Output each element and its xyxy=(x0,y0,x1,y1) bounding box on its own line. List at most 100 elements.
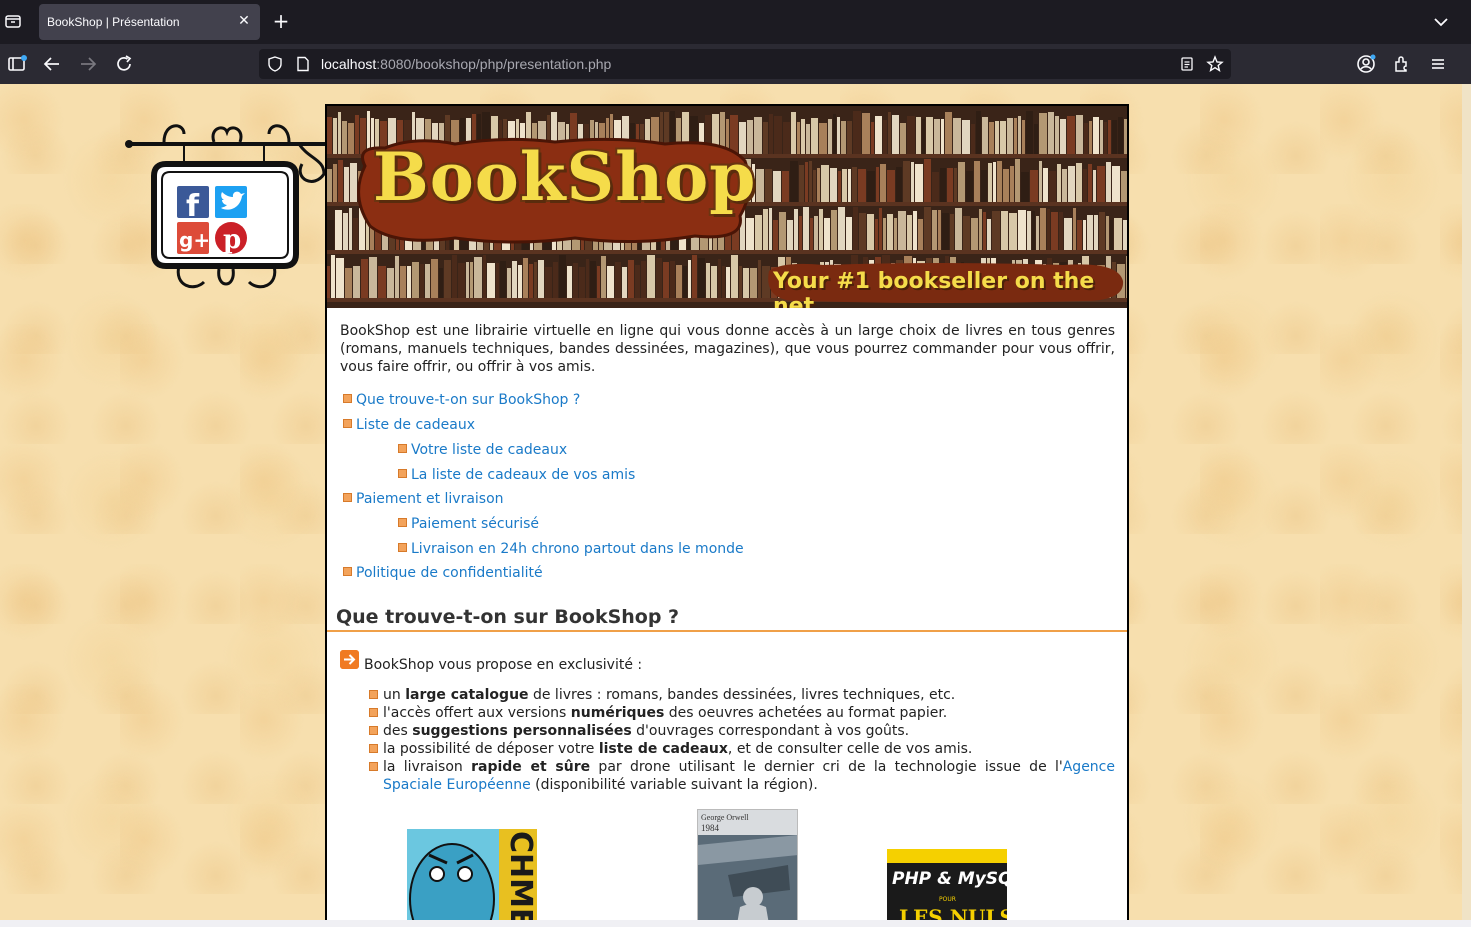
bullet-icon xyxy=(369,726,378,735)
toc-item[interactable]: Paiement et livraison xyxy=(343,490,504,508)
toc-item[interactable]: Livraison en 24h chrono partout dans le … xyxy=(398,540,744,558)
extensions-icon[interactable] xyxy=(1392,54,1412,74)
bullet-icon xyxy=(369,708,378,717)
book-cover-watchmen[interactable]: CHMEN xyxy=(407,829,537,927)
feature-highlight: rapide et sûre xyxy=(471,759,591,775)
toc-link[interactable]: Livraison en 24h chrono partout dans le … xyxy=(411,541,744,557)
shop-sign-social: f g+ p xyxy=(125,124,327,289)
bullet-icon xyxy=(369,744,378,753)
bullet-icon xyxy=(343,567,352,576)
intro-paragraph: BookShop est une librairie virtuelle en … xyxy=(340,323,1115,375)
toc-item[interactable]: Politique de confidentialité xyxy=(343,564,543,582)
list-item: un large catalogue de livres : romans, b… xyxy=(369,686,1115,704)
url-text: localhost:8080/bookshop/php/presentation… xyxy=(321,56,611,72)
book-title: PHP & MySQL xyxy=(892,869,1007,889)
toc-item[interactable]: La liste de cadeaux de vos amis xyxy=(398,466,635,484)
toc-link[interactable]: Paiement sécurisé xyxy=(411,516,539,532)
bullet-icon xyxy=(398,518,407,527)
reload-icon[interactable] xyxy=(114,54,134,74)
1984-cover-art xyxy=(698,835,797,927)
feature-text: par drone utilisant le dernier cri de la… xyxy=(590,759,1063,775)
toc-item[interactable]: Paiement sécurisé xyxy=(398,515,539,533)
php-cover-band xyxy=(887,849,1007,863)
back-arrow-icon[interactable] xyxy=(42,54,62,74)
feature-list: un large catalogue de livres : romans, b… xyxy=(369,686,1115,794)
list-item: la livraison rapide et sûre par drone ut… xyxy=(369,758,1115,794)
browser-tab-active[interactable]: BookShop | Présentation ✕ xyxy=(39,4,260,40)
feature-highlight: numériques xyxy=(570,705,665,721)
reader-view-icon[interactable] xyxy=(1179,56,1195,72)
account-icon[interactable] xyxy=(1356,54,1376,74)
feature-text: l'accès offert aux versions xyxy=(383,705,571,721)
bullet-icon xyxy=(343,419,352,428)
bookmark-star-icon[interactable] xyxy=(1206,55,1224,73)
book-author: George Orwell xyxy=(701,813,749,822)
feature-highlight: large catalogue xyxy=(405,687,529,703)
page-content: BookShop est une librairie virtuelle en … xyxy=(340,322,1115,581)
feature-text: la livraison xyxy=(383,759,472,775)
bottom-strip xyxy=(0,920,1471,927)
twitter-icon[interactable] xyxy=(215,186,247,218)
bullet-icon xyxy=(343,394,352,403)
bullet-icon xyxy=(369,690,378,699)
svg-text:f: f xyxy=(186,189,200,224)
feature-text: des oeuvres achetées au format papier. xyxy=(664,705,948,721)
page-icon[interactable] xyxy=(295,56,311,72)
feature-text: d'ouvrages correspondant à vos goûts. xyxy=(631,723,910,739)
section-title: Que trouve-t-on sur BookShop ? xyxy=(336,606,680,628)
list-item: des suggestions personnalisées d'ouvrage… xyxy=(369,722,1115,740)
bullet-icon xyxy=(369,762,378,771)
bookshop-banner: BookShop Your #1 bookseller on the net xyxy=(327,106,1127,308)
watchmen-title: CHMEN xyxy=(503,831,537,927)
book-title: 1984 xyxy=(701,823,719,833)
arrow-right-icon xyxy=(340,650,359,669)
bookshop-logo[interactable]: BookShop xyxy=(373,138,756,216)
main-container: BookShop Your #1 bookseller on the net B… xyxy=(325,104,1129,927)
svg-text:p: p xyxy=(223,225,241,255)
feature-text: un xyxy=(383,687,406,703)
feature-text: la possibilité de déposer votre xyxy=(383,741,599,757)
section-divider xyxy=(327,630,1127,632)
toc-item[interactable]: Votre liste de cadeaux xyxy=(398,441,567,459)
google-plus-icon[interactable]: g+ xyxy=(177,222,210,254)
banner-tagline: Your #1 bookseller on the net xyxy=(773,269,1095,308)
toc-link[interactable]: Liste de cadeaux xyxy=(356,417,475,433)
list-item: la possibilité de déposer votre liste de… xyxy=(369,740,1115,758)
shield-icon[interactable] xyxy=(267,56,283,72)
feature-highlight: suggestions personnalisées xyxy=(412,723,632,739)
chevron-down-icon[interactable] xyxy=(1432,13,1450,31)
bullet-icon xyxy=(398,444,407,453)
toc-link[interactable]: Paiement et livraison xyxy=(356,491,504,507)
sidebar-icon[interactable] xyxy=(7,54,27,74)
toc-link[interactable]: Votre liste de cadeaux xyxy=(411,442,567,458)
url-path: :8080/bookshop/php/presentation.php xyxy=(376,56,612,72)
svg-text:g+: g+ xyxy=(179,228,210,252)
toc-item[interactable]: Que trouve-t-on sur BookShop ? xyxy=(343,391,580,409)
feature-text: des xyxy=(383,723,413,739)
bullet-icon xyxy=(398,543,407,552)
feature-highlight: liste de cadeaux xyxy=(598,741,728,757)
book-cover-1984[interactable]: George Orwell 1984 xyxy=(697,809,798,927)
feature-text: (disponibilité variable suivant la régio… xyxy=(530,777,818,793)
feature-text: de livres : romans, bandes dessinées, li… xyxy=(528,687,956,703)
tab-title: BookShop | Présentation xyxy=(47,15,180,29)
list-item: l'accès offert aux versions numériques d… xyxy=(369,704,1115,722)
menu-hamburger-icon[interactable] xyxy=(1428,54,1448,74)
toc-link[interactable]: Que trouve-t-on sur BookShop ? xyxy=(356,392,580,408)
new-tab-icon[interactable]: + xyxy=(272,11,290,31)
browser-nav-bar: localhost:8080/bookshop/php/presentation… xyxy=(0,44,1471,84)
url-host: localhost xyxy=(321,56,377,72)
forward-arrow-icon[interactable] xyxy=(78,54,98,74)
tab-list-icon[interactable] xyxy=(4,12,22,30)
book-subtitle: POUR xyxy=(939,896,956,903)
bullet-icon xyxy=(398,469,407,478)
toc-link[interactable]: La liste de cadeaux de vos amis xyxy=(411,467,635,483)
toc-link[interactable]: Politique de confidentialité xyxy=(356,565,543,581)
toc-item[interactable]: Liste de cadeaux xyxy=(343,416,475,434)
bullet-icon xyxy=(343,493,352,502)
url-bar[interactable]: localhost:8080/bookshop/php/presentation… xyxy=(259,49,1231,79)
book-cover-php-mysql[interactable]: PHP & MySQL POUR LES NULS xyxy=(887,849,1007,927)
close-tab-icon[interactable]: ✕ xyxy=(236,13,252,29)
scrollbar[interactable] xyxy=(1462,84,1471,920)
browser-tab-bar: BookShop | Présentation ✕ + xyxy=(0,0,1471,44)
